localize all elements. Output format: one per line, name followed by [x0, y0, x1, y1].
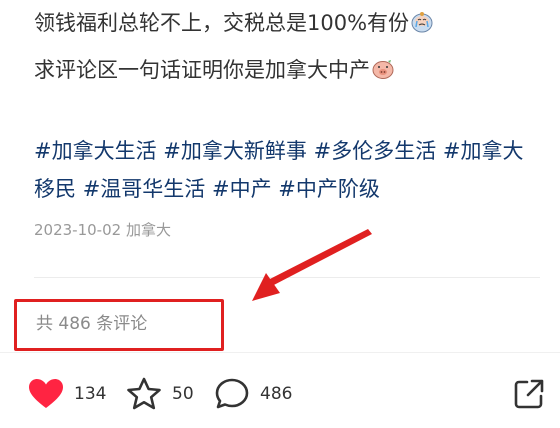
hashtag-link[interactable]: #温哥华生活	[83, 177, 206, 201]
like-count: 134	[74, 384, 107, 404]
crying-face-emoji-icon	[411, 12, 433, 33]
red-arrow-annotation	[252, 229, 372, 301]
like-button[interactable]: 134	[28, 372, 106, 416]
post-date: 2023-10-02	[34, 221, 122, 239]
post-text-line-2: 求评论区一句话证明你是加拿大中产	[34, 52, 394, 88]
heart-icon	[29, 379, 63, 408]
hashtag-link[interactable]: #加拿大新鲜事	[163, 139, 307, 163]
post-text-2: 求评论区一句话证明你是加拿大中产	[34, 58, 370, 82]
action-bar-divider	[0, 352, 560, 353]
hashtag-link[interactable]: #加拿大生活	[34, 139, 157, 163]
post-text-line-1: 领钱福利总轮不上，交税总是100%有份	[34, 5, 433, 41]
favorite-button[interactable]: 50	[126, 372, 194, 416]
post-location: 加拿大	[125, 221, 171, 239]
comment-count: 486	[260, 384, 293, 404]
comment-button[interactable]: 486	[214, 372, 292, 416]
star-icon	[127, 377, 161, 410]
pig-face-emoji-icon	[372, 60, 394, 79]
post-meta: 2023-10-02 加拿大	[34, 218, 171, 242]
share-icon	[514, 379, 544, 409]
favorite-count: 50	[172, 384, 194, 404]
hashtag-link[interactable]: #多伦多生活	[314, 139, 437, 163]
hashtag-list: #加拿大生活 #加拿大新鲜事 #多伦多生活 #加拿大移民 #温哥华生活 #中产 …	[34, 132, 544, 208]
comment-bubble-icon	[215, 378, 249, 409]
action-bar: 134 50 486	[0, 372, 560, 416]
post-text-1: 领钱福利总轮不上，交税总是100%有份	[34, 11, 410, 35]
red-highlight-box	[14, 299, 224, 351]
hashtag-link[interactable]: #中产阶级	[278, 177, 380, 201]
hashtag-link[interactable]: #中产	[212, 177, 272, 201]
share-button[interactable]	[512, 372, 546, 416]
